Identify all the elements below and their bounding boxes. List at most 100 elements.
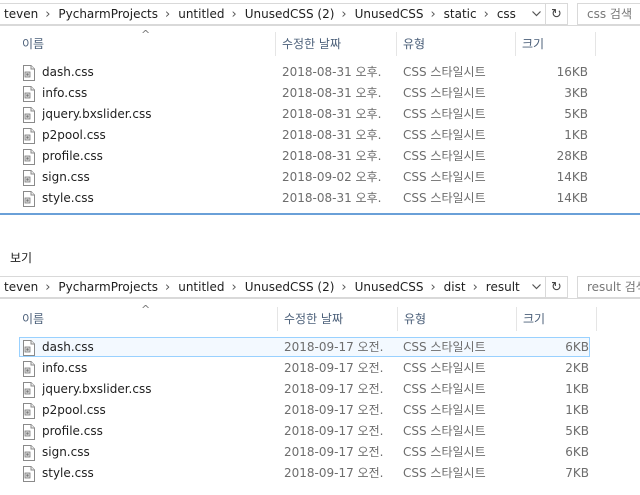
file-name[interactable]: p2pool.css — [42, 400, 272, 421]
file-size: 6KB — [565, 340, 589, 354]
file-date: 2018-08-31 오후... — [282, 149, 382, 163]
column-divider[interactable] — [396, 32, 397, 56]
chevron-right-icon: › — [165, 6, 171, 22]
bottom-search-input[interactable]: result 검색 — [577, 276, 640, 298]
column-divider[interactable] — [596, 307, 597, 331]
top-file-row[interactable]: dash.css 2018-08-31 오후... CSS 스타일시트 16KB — [0, 62, 640, 83]
file-name[interactable]: jquery.bxslider.css — [42, 104, 272, 125]
view-menu-label[interactable]: 보기 — [10, 249, 32, 266]
file-type: CSS 스타일시트 — [403, 65, 486, 79]
css-file-icon — [22, 86, 36, 102]
top-file-row[interactable]: info.css 2018-08-31 오후... CSS 스타일시트 3KB — [0, 83, 640, 104]
bottom-file-row[interactable]: info.css 2018-09-17 오전... CSS 스타일시트 2KB — [0, 358, 640, 379]
chevron-right-icon: › — [231, 6, 237, 22]
top-crumb-3[interactable]: UnusedCSS (2) — [241, 7, 338, 21]
file-size: 7KB — [565, 466, 589, 480]
css-file-icon — [22, 191, 36, 207]
bottom-crumb-3[interactable]: UnusedCSS (2) — [241, 280, 338, 294]
bottom-file-row[interactable]: jquery.bxslider.css 2018-09-17 오전... CSS 스… — [0, 379, 640, 400]
bottom-file-row[interactable]: p2pool.css 2018-09-17 오전... CSS 스타일시트 1KB — [0, 400, 640, 421]
column-divider[interactable] — [397, 307, 398, 331]
top-col-date[interactable]: 수정한 날짜 — [282, 32, 341, 56]
file-name[interactable]: sign.css — [42, 442, 272, 463]
file-size: 28KB — [556, 149, 588, 163]
file-name[interactable]: style.css — [42, 188, 272, 209]
file-name[interactable]: jquery.bxslider.css — [42, 379, 272, 400]
top-crumb-0[interactable]: teven — [0, 7, 41, 21]
bottom-file-row[interactable]: profile.css 2018-09-17 오전... CSS 스타일시트 5KB — [0, 421, 640, 442]
file-type: CSS 스타일시트 — [403, 170, 486, 184]
top-crumb-5[interactable]: static — [440, 7, 480, 21]
bottom-crumb-0[interactable]: teven — [0, 280, 41, 294]
file-date: 2018-08-31 오후... — [282, 107, 382, 121]
file-type: CSS 스타일시트 — [403, 128, 486, 142]
bottom-col-date[interactable]: 수정한 날짜 — [284, 307, 343, 331]
file-size: 6KB — [565, 445, 589, 459]
column-divider[interactable] — [595, 32, 596, 56]
file-name[interactable]: info.css — [42, 358, 272, 379]
top-search-input[interactable]: css 검색 — [577, 3, 640, 25]
bottom-file-row[interactable]: sign.css 2018-09-17 오전... CSS 스타일시트 6KB — [0, 442, 640, 463]
sort-up-icon: ^ — [141, 28, 151, 41]
file-type: CSS 스타일시트 — [403, 445, 486, 459]
top-file-row[interactable]: profile.css 2018-08-31 오후... CSS 스타일시트 28KB — [0, 146, 640, 167]
file-size: 2KB — [565, 361, 589, 375]
column-divider[interactable] — [275, 32, 276, 56]
top-breadcrumb[interactable]: teven › PycharmProjects › untitled › Unused… — [0, 3, 546, 25]
top-crumb-2[interactable]: untitled — [174, 7, 227, 21]
css-file-icon — [22, 466, 36, 482]
file-name[interactable]: dash.css — [42, 337, 272, 358]
file-size: 1KB — [565, 382, 589, 396]
bottom-file-row[interactable]: dash.css 2018-09-17 오전... CSS 스타일시트 6KB — [0, 337, 640, 358]
bottom-file-row[interactable]: style.css 2018-09-17 오전... CSS 스타일시트 7KB — [0, 463, 640, 484]
file-name[interactable]: p2pool.css — [42, 125, 272, 146]
chevron-down-icon[interactable] — [528, 5, 544, 23]
bottom-breadcrumb[interactable]: teven › PycharmProjects › untitled › Unused… — [0, 276, 546, 298]
file-name[interactable]: sign.css — [42, 167, 272, 188]
file-date: 2018-09-02 오후... — [282, 170, 382, 184]
file-name[interactable]: style.css — [42, 463, 272, 484]
top-col-size[interactable]: 크기 — [522, 32, 544, 56]
top-crumb-6[interactable]: css — [493, 7, 519, 21]
file-size: 1KB — [564, 128, 588, 142]
top-col-name[interactable]: 이름 — [22, 32, 44, 56]
bottom-col-type[interactable]: 유형 — [404, 307, 426, 331]
column-divider[interactable] — [277, 307, 278, 331]
bottom-crumb-5[interactable]: dist — [440, 280, 469, 294]
file-name[interactable]: profile.css — [42, 146, 272, 167]
bottom-crumb-4[interactable]: UnusedCSS — [351, 280, 427, 294]
bottom-crumb-2[interactable]: untitled — [174, 280, 227, 294]
file-name[interactable]: info.css — [42, 83, 272, 104]
pane-divider — [0, 213, 640, 215]
refresh-icon[interactable]: ↻ — [546, 276, 568, 298]
css-file-icon — [22, 340, 36, 356]
column-divider[interactable] — [516, 307, 517, 331]
file-name[interactable]: dash.css — [42, 62, 272, 83]
bottom-col-size[interactable]: 크기 — [523, 307, 545, 331]
top-col-type[interactable]: 유형 — [403, 32, 425, 56]
top-crumb-1[interactable]: PycharmProjects — [54, 7, 161, 21]
file-date: 2018-09-17 오전... — [284, 445, 384, 459]
top-crumb-4[interactable]: UnusedCSS — [351, 7, 427, 21]
file-size: 14KB — [556, 191, 588, 205]
chevron-right-icon: › — [341, 6, 347, 22]
bottom-col-name[interactable]: 이름 — [22, 307, 44, 331]
file-date: 2018-09-17 오전... — [284, 424, 384, 438]
file-type: CSS 스타일시트 — [403, 424, 486, 438]
column-divider[interactable] — [515, 32, 516, 56]
top-file-row[interactable]: p2pool.css 2018-08-31 오후... CSS 스타일시트 1KB — [0, 125, 640, 146]
chevron-right-icon: › — [231, 279, 237, 295]
top-file-row[interactable]: style.css 2018-08-31 오후... CSS 스타일시트 14KB — [0, 188, 640, 209]
css-file-icon — [22, 361, 36, 377]
top-file-row[interactable]: sign.css 2018-09-02 오후... CSS 스타일시트 14KB — [0, 167, 640, 188]
file-name[interactable]: profile.css — [42, 421, 272, 442]
css-file-icon — [22, 107, 36, 123]
bottom-crumb-1[interactable]: PycharmProjects — [54, 280, 161, 294]
refresh-icon[interactable]: ↻ — [546, 3, 568, 25]
chevron-down-icon[interactable] — [528, 278, 544, 296]
css-file-icon — [22, 382, 36, 398]
chevron-right-icon: › — [341, 279, 347, 295]
file-date: 2018-09-17 오전... — [284, 382, 384, 396]
bottom-crumb-6[interactable]: result — [482, 280, 523, 294]
top-file-row[interactable]: jquery.bxslider.css 2018-08-31 오후... CSS 스… — [0, 104, 640, 125]
